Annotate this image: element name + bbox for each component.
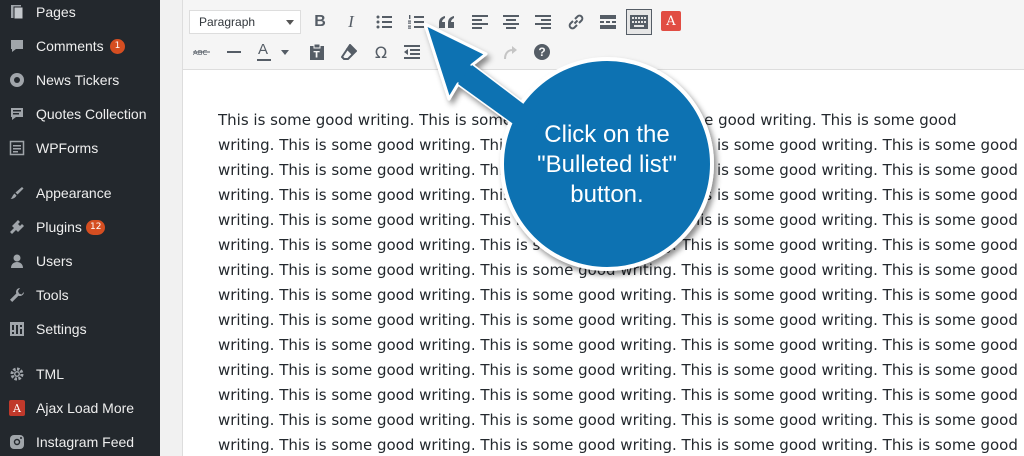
quotes-icon bbox=[8, 105, 26, 123]
admin-sidebar: Pages Comments 1 News Tickers Quotes Col… bbox=[0, 0, 160, 456]
sidebar-item-plugins[interactable]: Plugins 12 bbox=[0, 212, 160, 242]
sidebar-item-wpforms[interactable]: WPForms bbox=[0, 133, 160, 163]
sidebar-item-label: TML bbox=[36, 366, 64, 382]
sidebar-item-label: Users bbox=[36, 253, 73, 269]
text-color-button[interactable]: A bbox=[253, 39, 293, 65]
sidebar-item-label: Comments bbox=[36, 38, 104, 54]
plugins-update-badge: 12 bbox=[86, 220, 106, 235]
sidebar-item-label: Pages bbox=[36, 4, 76, 20]
paragraph-line: writing. This is some good writing. This… bbox=[218, 386, 1018, 404]
sidebar-item-label: Instagram Feed bbox=[36, 434, 135, 450]
comments-count-badge: 1 bbox=[110, 39, 125, 54]
appearance-icon bbox=[8, 184, 26, 202]
wpforms-icon bbox=[8, 139, 26, 157]
bulleted-list-button[interactable] bbox=[371, 9, 397, 35]
sidebar-item-ajax-load-more[interactable]: A Ajax Load More bbox=[0, 393, 160, 423]
plugins-icon bbox=[8, 218, 26, 236]
paste-as-text-button[interactable]: T bbox=[304, 39, 330, 65]
content-gutter bbox=[160, 0, 182, 456]
paragraph-line: writing. This is some good writing. This… bbox=[218, 436, 1018, 454]
format-select[interactable]: Paragraph bbox=[189, 10, 301, 34]
sidebar-item-label: Plugins bbox=[36, 219, 82, 235]
sidebar-item-label: Appearance bbox=[36, 185, 112, 201]
sidebar-item-appearance[interactable]: Appearance bbox=[0, 178, 160, 208]
special-character-button[interactable]: Ω bbox=[368, 39, 394, 65]
horizontal-line-button[interactable] bbox=[221, 39, 247, 65]
italic-icon: I bbox=[348, 12, 354, 31]
format-select-value: Paragraph bbox=[199, 15, 256, 29]
bulleted-list-icon bbox=[376, 15, 392, 29]
sidebar-item-label: News Tickers bbox=[36, 72, 120, 88]
clipboard-icon: T bbox=[310, 44, 324, 61]
ajax-load-more-icon: A bbox=[9, 400, 25, 416]
chevron-down-icon bbox=[281, 50, 289, 55]
sidebar-item-label: Tools bbox=[36, 287, 69, 303]
chevron-down-icon bbox=[286, 20, 294, 25]
settings-icon bbox=[8, 320, 26, 338]
sidebar-item-label: WPForms bbox=[36, 140, 99, 156]
sidebar-item-comments[interactable]: Comments 1 bbox=[0, 31, 160, 61]
sidebar-item-settings[interactable]: Settings bbox=[0, 314, 160, 344]
italic-button[interactable]: I bbox=[338, 9, 364, 35]
pages-icon bbox=[8, 3, 26, 21]
ajax-load-more-letter: A bbox=[13, 401, 21, 415]
outdent-icon bbox=[404, 45, 420, 59]
tml-gear-icon bbox=[8, 365, 26, 383]
tools-icon bbox=[8, 286, 26, 304]
clear-formatting-button[interactable] bbox=[336, 39, 362, 65]
sidebar-item-pages[interactable]: Pages bbox=[0, 0, 160, 27]
sidebar-item-news-tickers[interactable]: News Tickers bbox=[0, 65, 160, 95]
sidebar-item-label: Ajax Load More bbox=[36, 400, 135, 416]
users-icon bbox=[8, 252, 26, 270]
sidebar-item-quotes-collection[interactable]: Quotes Collection bbox=[0, 99, 160, 129]
sidebar-item-label: Quotes Collection bbox=[36, 106, 147, 122]
omega-icon: Ω bbox=[374, 42, 388, 62]
bold-button[interactable]: B bbox=[307, 9, 333, 35]
horizontal-line-icon bbox=[227, 51, 241, 53]
text-color-icon: A bbox=[258, 41, 269, 58]
paragraph-line: writing. This is some good writing. This… bbox=[218, 286, 1018, 304]
text-color-swatch bbox=[257, 59, 271, 61]
sidebar-item-users[interactable]: Users bbox=[0, 246, 160, 276]
sidebar-item-tml[interactable]: TML bbox=[0, 359, 160, 389]
svg-text:T: T bbox=[314, 51, 321, 61]
comments-icon bbox=[8, 37, 26, 55]
strikethrough-icon: ABC bbox=[193, 49, 210, 57]
instagram-icon bbox=[8, 433, 26, 451]
paragraph-line: writing. This is some good writing. This… bbox=[218, 336, 1018, 354]
paragraph-line: writing. This is some good writing. This… bbox=[218, 361, 1018, 379]
strikethrough-button[interactable]: ABC bbox=[189, 39, 215, 65]
sidebar-item-instagram-feed[interactable]: Instagram Feed bbox=[0, 427, 160, 456]
svg-text:ABC: ABC bbox=[193, 49, 207, 57]
paragraph-line: writing. This is some good writing. This… bbox=[218, 411, 1018, 429]
callout-text: Click on the "Bulleted list" button. bbox=[537, 121, 677, 208]
sidebar-item-label: Settings bbox=[36, 321, 87, 337]
news-ticker-icon bbox=[8, 71, 26, 89]
sidebar-item-tools[interactable]: Tools bbox=[0, 280, 160, 310]
paragraph-line: writing. This is some good writing. This… bbox=[218, 311, 1018, 329]
bold-icon: B bbox=[314, 13, 326, 30]
eraser-icon bbox=[341, 44, 357, 60]
